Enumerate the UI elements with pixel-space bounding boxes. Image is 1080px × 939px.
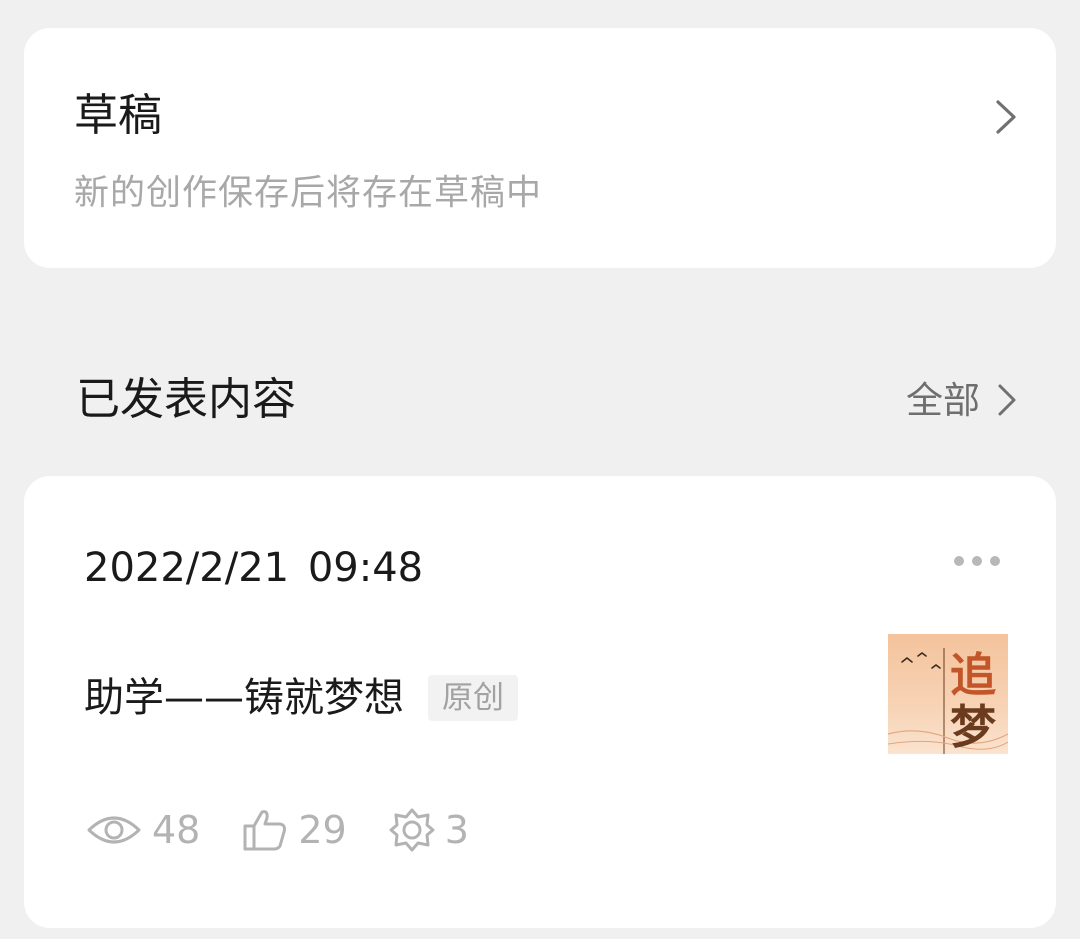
thumbnail-char: 追 <box>950 648 996 702</box>
original-badge: 原创 <box>428 674 518 722</box>
shares-count: 3 <box>444 808 469 852</box>
post-date: 2022/2/21 09:48 <box>84 545 424 591</box>
thumbnail-char: 梦 <box>950 700 996 754</box>
thumbs-up-icon <box>243 810 287 851</box>
drafts-title: 草稿 <box>74 90 162 141</box>
likes-count: 29 <box>298 808 347 852</box>
post-thumbnail[interactable]: 追 梦 <box>888 634 1008 754</box>
chevron-right-icon[interactable] <box>994 98 1018 136</box>
more-horizontal-icon[interactable] <box>954 556 1000 566</box>
drafts-card[interactable]: 草稿 新的创作保存后将存在草稿中 <box>24 28 1056 268</box>
post-card[interactable]: 2022/2/21 09:48 助学——铸就梦想 原创 追 梦 48 29 3 <box>24 476 1056 928</box>
likes-stat[interactable]: 29 <box>242 808 347 852</box>
views-stat: 48 <box>86 811 200 849</box>
view-all-label: 全部 <box>906 378 980 422</box>
more-dot <box>972 556 982 566</box>
more-dot <box>990 556 1000 566</box>
published-section-title: 已发表内容 <box>76 374 296 425</box>
drafts-subtitle: 新的创作保存后将存在草稿中 <box>74 173 543 214</box>
shares-stat[interactable]: 3 <box>389 807 469 853</box>
post-stats: 48 29 3 <box>86 807 511 853</box>
chevron-right-icon <box>998 384 1016 416</box>
eye-icon <box>87 816 141 844</box>
view-all-link[interactable]: 全部 <box>906 376 1018 424</box>
views-count: 48 <box>152 808 201 852</box>
post-title[interactable]: 助学——铸就梦想 <box>84 678 404 718</box>
more-dot <box>954 556 964 566</box>
post-title-row: 助学——铸就梦想 原创 <box>84 674 518 722</box>
badge-icon <box>389 808 435 852</box>
